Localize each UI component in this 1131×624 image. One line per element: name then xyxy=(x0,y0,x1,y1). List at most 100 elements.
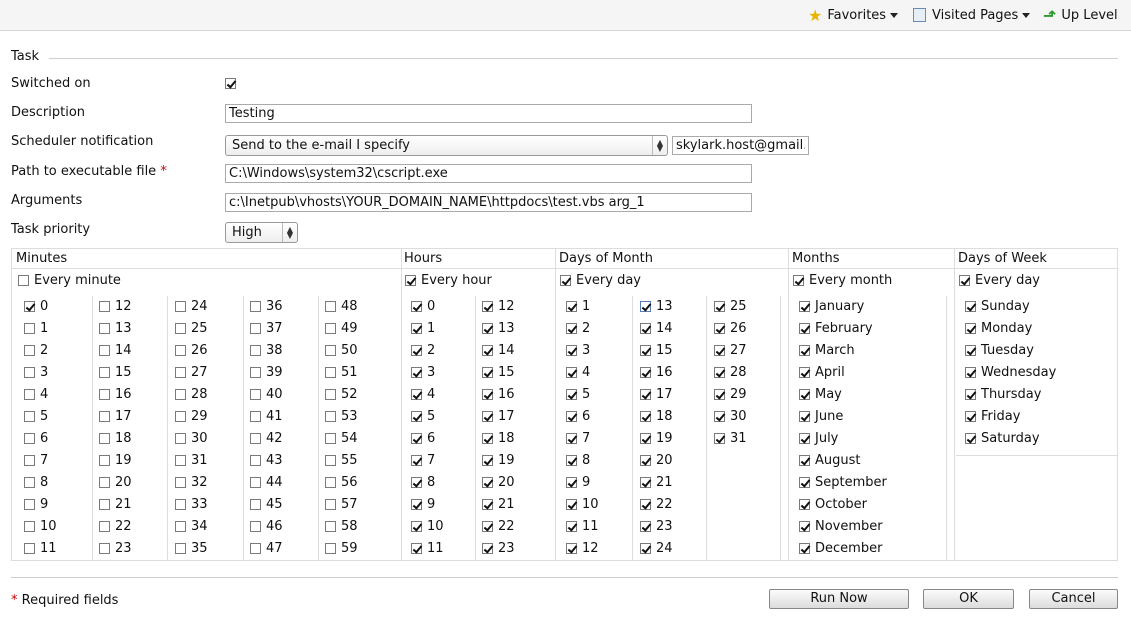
minute-54-checkbox[interactable] xyxy=(325,432,336,444)
minute-50[interactable]: 50 xyxy=(325,342,358,358)
day-30-checkbox[interactable] xyxy=(714,410,725,422)
weekday-tuesday[interactable]: Tuesday xyxy=(965,342,1034,358)
minute-2[interactable]: 2 xyxy=(24,342,48,358)
month-october[interactable]: October xyxy=(799,496,867,512)
day-1[interactable]: 1 xyxy=(566,298,590,314)
day-20-checkbox[interactable] xyxy=(640,454,651,466)
hour-6-checkbox[interactable] xyxy=(411,432,422,444)
day-22[interactable]: 22 xyxy=(640,496,673,512)
every-weekday-checkbox[interactable] xyxy=(959,275,970,286)
minute-13[interactable]: 13 xyxy=(99,320,132,336)
day-10[interactable]: 10 xyxy=(566,496,599,512)
day-12-checkbox[interactable] xyxy=(566,542,577,554)
every-month-checkbox[interactable] xyxy=(793,275,804,286)
email-input[interactable] xyxy=(672,136,809,155)
minute-53-checkbox[interactable] xyxy=(325,410,336,422)
arguments-input[interactable] xyxy=(225,193,752,212)
minute-2-checkbox[interactable] xyxy=(24,344,35,356)
minute-36[interactable]: 36 xyxy=(250,298,283,314)
day-31[interactable]: 31 xyxy=(714,430,747,446)
every-day-option[interactable]: Every day xyxy=(560,273,641,288)
weekday-wednesday[interactable]: Wednesday xyxy=(965,364,1056,380)
minute-3[interactable]: 3 xyxy=(24,364,48,380)
day-25-checkbox[interactable] xyxy=(714,300,725,312)
hour-22[interactable]: 22 xyxy=(482,518,515,534)
minute-10[interactable]: 10 xyxy=(24,518,57,534)
weekday-wednesday-checkbox[interactable] xyxy=(965,366,976,378)
minute-18[interactable]: 18 xyxy=(99,430,132,446)
minute-14-checkbox[interactable] xyxy=(99,344,110,356)
day-29[interactable]: 29 xyxy=(714,386,747,402)
hour-9[interactable]: 9 xyxy=(411,496,435,512)
minute-35-checkbox[interactable] xyxy=(175,542,186,554)
day-12[interactable]: 12 xyxy=(566,540,599,556)
minute-29[interactable]: 29 xyxy=(175,408,208,424)
minute-22-checkbox[interactable] xyxy=(99,520,110,532)
month-june-checkbox[interactable] xyxy=(799,410,810,422)
weekday-monday[interactable]: Monday xyxy=(965,320,1032,336)
hour-16[interactable]: 16 xyxy=(482,386,515,402)
day-19[interactable]: 19 xyxy=(640,430,673,446)
month-november[interactable]: November xyxy=(799,518,883,534)
minute-38[interactable]: 38 xyxy=(250,342,283,358)
hour-23[interactable]: 23 xyxy=(482,540,515,556)
minute-59-checkbox[interactable] xyxy=(325,542,336,554)
minute-47[interactable]: 47 xyxy=(250,540,283,556)
notification-select[interactable]: Send to the e-mail I specify ▲ ▼ xyxy=(225,135,668,156)
minute-11[interactable]: 11 xyxy=(24,540,57,556)
minute-39-checkbox[interactable] xyxy=(250,366,261,378)
minute-4-checkbox[interactable] xyxy=(24,388,35,400)
month-july[interactable]: July xyxy=(799,430,838,446)
minute-7-checkbox[interactable] xyxy=(24,454,35,466)
day-29-checkbox[interactable] xyxy=(714,388,725,400)
weekday-thursday-checkbox[interactable] xyxy=(965,388,976,400)
minute-39[interactable]: 39 xyxy=(250,364,283,380)
hour-14-checkbox[interactable] xyxy=(482,344,493,356)
weekday-thursday[interactable]: Thursday xyxy=(965,386,1041,402)
month-april[interactable]: April xyxy=(799,364,845,380)
month-august[interactable]: August xyxy=(799,452,861,468)
day-9[interactable]: 9 xyxy=(566,474,590,490)
minute-41-checkbox[interactable] xyxy=(250,410,261,422)
minute-25[interactable]: 25 xyxy=(175,320,208,336)
day-17-checkbox[interactable] xyxy=(640,388,651,400)
hour-19-checkbox[interactable] xyxy=(482,454,493,466)
minute-4[interactable]: 4 xyxy=(24,386,48,402)
minute-24[interactable]: 24 xyxy=(175,298,208,314)
hour-2-checkbox[interactable] xyxy=(411,344,422,356)
minute-34[interactable]: 34 xyxy=(175,518,208,534)
hour-8[interactable]: 8 xyxy=(411,474,435,490)
every-hour-option[interactable]: Every hour xyxy=(405,273,492,288)
day-27[interactable]: 27 xyxy=(714,342,747,358)
day-15-checkbox[interactable] xyxy=(640,344,651,356)
minute-21-checkbox[interactable] xyxy=(99,498,110,510)
minute-55-checkbox[interactable] xyxy=(325,454,336,466)
hour-12[interactable]: 12 xyxy=(482,298,515,314)
minute-37-checkbox[interactable] xyxy=(250,322,261,334)
visited-pages-menu[interactable]: Visited Pages xyxy=(913,5,1031,25)
hour-14[interactable]: 14 xyxy=(482,342,515,358)
day-21[interactable]: 21 xyxy=(640,474,673,490)
minute-57[interactable]: 57 xyxy=(325,496,358,512)
minute-29-checkbox[interactable] xyxy=(175,410,186,422)
minute-54[interactable]: 54 xyxy=(325,430,358,446)
minute-31[interactable]: 31 xyxy=(175,452,208,468)
day-9-checkbox[interactable] xyxy=(566,476,577,488)
month-october-checkbox[interactable] xyxy=(799,498,810,510)
hour-2[interactable]: 2 xyxy=(411,342,435,358)
minute-40[interactable]: 40 xyxy=(250,386,283,402)
day-20[interactable]: 20 xyxy=(640,452,673,468)
minute-49-checkbox[interactable] xyxy=(325,322,336,334)
minute-6-checkbox[interactable] xyxy=(24,432,35,444)
every-weekday-option[interactable]: Every day xyxy=(959,273,1040,288)
hour-8-checkbox[interactable] xyxy=(411,476,422,488)
month-february[interactable]: February xyxy=(799,320,873,336)
hour-9-checkbox[interactable] xyxy=(411,498,422,510)
day-26[interactable]: 26 xyxy=(714,320,747,336)
day-15[interactable]: 15 xyxy=(640,342,673,358)
minute-16[interactable]: 16 xyxy=(99,386,132,402)
hour-13[interactable]: 13 xyxy=(482,320,515,336)
minute-31-checkbox[interactable] xyxy=(175,454,186,466)
hour-15[interactable]: 15 xyxy=(482,364,515,380)
day-18-checkbox[interactable] xyxy=(640,410,651,422)
